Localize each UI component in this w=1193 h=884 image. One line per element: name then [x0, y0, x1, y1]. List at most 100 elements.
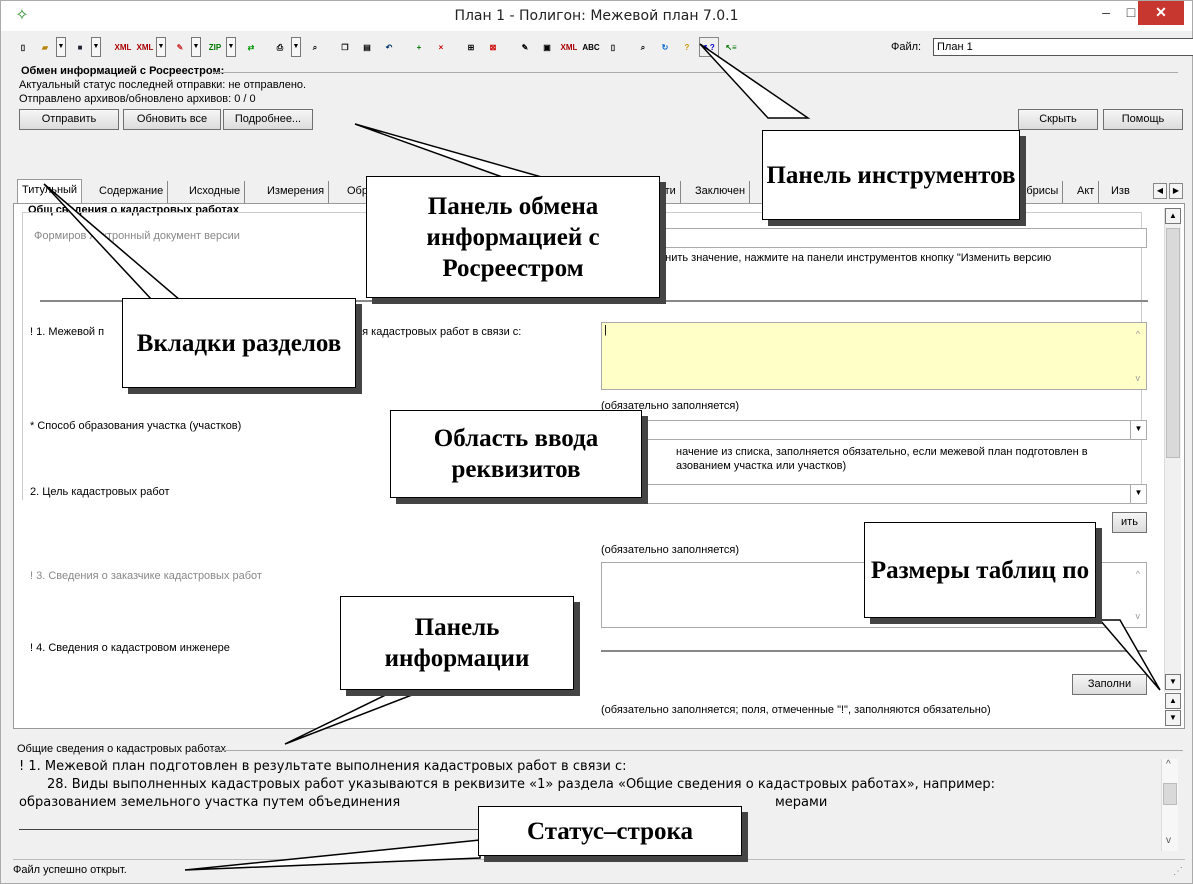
- open-dropdown-icon[interactable]: ▼: [56, 37, 66, 57]
- info-divider: [205, 750, 1183, 751]
- separator: [601, 650, 1147, 652]
- tab-title[interactable]: Титульный: [17, 179, 83, 203]
- undo-icon[interactable]: ↶: [379, 37, 399, 57]
- callout-status-bar: Статус–строка: [478, 806, 742, 856]
- tab-contents[interactable]: Содержание: [95, 181, 169, 203]
- exchange-archives-text: Отправлено архивов/обновлено архивов: 0 …: [19, 93, 256, 105]
- tab-conclusion[interactable]: Заключен: [691, 181, 751, 203]
- version-hint-1: енить значение, нажмите на панели инстру…: [659, 252, 1052, 264]
- survey-reason-field[interactable]: | ^ v: [601, 322, 1147, 390]
- fill-button[interactable]: Заполни: [1072, 674, 1147, 695]
- edit-pencil-icon[interactable]: ✎: [515, 37, 535, 57]
- method-label: * Способ образования участка (участков): [30, 420, 242, 432]
- exchange-divider: [213, 72, 1178, 73]
- field-scroll-down-icon[interactable]: v: [1136, 373, 1141, 383]
- callout-section-tabs: Вкладки разделов: [122, 298, 356, 388]
- delete-row-icon[interactable]: ×: [431, 37, 451, 57]
- sign-icon[interactable]: ✎: [170, 37, 190, 57]
- info-scrollbar[interactable]: ^ v: [1161, 759, 1178, 851]
- file-label: Файл:: [891, 41, 922, 53]
- print-preview-icon[interactable]: ⌕: [305, 37, 325, 57]
- scroll-up-icon[interactable]: ▲: [1165, 208, 1181, 224]
- tabs-scroll-left-icon[interactable]: ◀: [1153, 183, 1167, 199]
- info-scroll-up-icon[interactable]: ^: [1166, 759, 1171, 770]
- help-icon[interactable]: ?: [677, 37, 697, 57]
- send-button[interactable]: Отправить: [19, 109, 119, 130]
- file-name-field[interactable]: План 1: [933, 38, 1193, 56]
- zip-icon[interactable]: ZIP: [205, 37, 225, 57]
- resize-up-icon[interactable]: ▲: [1165, 693, 1181, 709]
- paste-icon[interactable]: ▤: [357, 37, 377, 57]
- details-button[interactable]: Подробнее...: [223, 109, 313, 130]
- scroll-down-icon[interactable]: ▼: [1165, 674, 1181, 690]
- info-line-3b: мерами: [775, 795, 828, 810]
- xml-import-icon[interactable]: XML: [135, 37, 155, 57]
- context-help-icon[interactable]: ↖?: [699, 37, 719, 57]
- print-dropdown-icon[interactable]: ▼: [291, 37, 301, 57]
- callout-exchange-panel: Панель обмена информацией с Росреестром: [366, 176, 660, 298]
- version-field[interactable]: [599, 228, 1147, 248]
- tab-source[interactable]: Исходные: [185, 181, 246, 203]
- engineer-note: (обязательно заполняется; поля, отмеченн…: [601, 704, 991, 716]
- tabs-scroll-right-icon[interactable]: ▶: [1169, 183, 1183, 199]
- row1-label-start: ! 1. Межевой п: [30, 326, 105, 338]
- xml-export-icon[interactable]: XML: [113, 37, 133, 57]
- info-scroll-thumb[interactable]: [1163, 783, 1177, 805]
- field-scroll-down-icon[interactable]: v: [1136, 611, 1141, 621]
- chevron-down-icon[interactable]: ▼: [1130, 421, 1146, 439]
- scroll-thumb[interactable]: [1166, 228, 1180, 458]
- resize-down-icon[interactable]: ▼: [1165, 710, 1181, 726]
- hide-button[interactable]: Скрыть: [1018, 109, 1098, 130]
- status-bar: Файл успешно открыт. ⋰: [13, 859, 1185, 879]
- open-folder-icon[interactable]: ▰: [35, 37, 55, 57]
- sign-dropdown-icon[interactable]: ▼: [191, 37, 201, 57]
- new-page-icon[interactable]: ▯: [603, 37, 623, 57]
- field-scroll-up-icon[interactable]: ^: [1136, 329, 1140, 339]
- save-dropdown-icon[interactable]: ▼: [91, 37, 101, 57]
- tab-act[interactable]: Акт: [1073, 181, 1100, 203]
- callout-table-sizes: Размеры таблиц по: [864, 522, 1096, 618]
- info-scroll-down-icon[interactable]: v: [1166, 835, 1171, 846]
- purpose-select[interactable]: ▼: [601, 484, 1147, 504]
- method-hint-2: азованием участка или участков): [676, 460, 847, 472]
- title-bar: ✧ План 1 - Полигон: Межевой план 7.0.1 –…: [1, 1, 1192, 31]
- new-document-icon[interactable]: ▯: [13, 37, 33, 57]
- help-button[interactable]: Помощь: [1103, 109, 1183, 130]
- method-hint-1: начение из списка, заполняется обязатель…: [676, 446, 1088, 458]
- text-cursor: |: [604, 324, 607, 336]
- info-line-1: ! 1. Межевой план подготовлен в результа…: [19, 759, 627, 774]
- callout-input-area: Область ввода реквизитов: [390, 410, 642, 498]
- sync-arrows-icon[interactable]: ⇄: [241, 37, 261, 57]
- method-select[interactable]: ▼: [601, 420, 1147, 440]
- xml-version-icon[interactable]: XML: [559, 37, 579, 57]
- pointer-list-icon[interactable]: ↖≡: [721, 37, 741, 57]
- delete-node-icon[interactable]: ⊠: [483, 37, 503, 57]
- engineer-label: ! 4. Сведения о кадастровом инженере: [30, 642, 230, 654]
- refresh-icon[interactable]: ↻: [655, 37, 675, 57]
- tab-sketches[interactable]: Абрисы: [1015, 181, 1064, 203]
- tab-measurements[interactable]: Измерения: [263, 181, 330, 203]
- exchange-title: Обмен информацией с Росреестром:: [21, 65, 225, 77]
- document-check-icon[interactable]: ▣: [537, 37, 557, 57]
- spellcheck-icon[interactable]: ABC: [581, 37, 601, 57]
- tab-notice[interactable]: Изв: [1107, 181, 1134, 203]
- chevron-down-icon[interactable]: ▼: [1130, 485, 1146, 503]
- resize-grip-icon[interactable]: ⋰: [1173, 866, 1183, 877]
- form-scrollbar[interactable]: ▲ ▼: [1164, 208, 1181, 692]
- info-title: Общие сведения о кадастровых работах: [17, 743, 226, 755]
- callout-info-panel: Панель информации: [340, 596, 574, 690]
- add-node-icon[interactable]: ⊞: [461, 37, 481, 57]
- purpose-edit-button[interactable]: ить: [1112, 512, 1147, 533]
- refresh-all-button[interactable]: Обновить все: [123, 109, 221, 130]
- customer-label: ! 3. Сведения о заказчике кадастровых ра…: [30, 570, 262, 582]
- add-row-icon[interactable]: +: [409, 37, 429, 57]
- field-scroll-up-icon[interactable]: ^: [1136, 569, 1140, 579]
- copy-icon[interactable]: ❐: [335, 37, 355, 57]
- search-icon[interactable]: ⌕: [633, 37, 653, 57]
- close-button[interactable]: ✕: [1138, 1, 1184, 25]
- save-icon[interactable]: ■: [70, 37, 90, 57]
- print-icon[interactable]: ⎙: [270, 37, 290, 57]
- row1-label-end: ия кадастровых работ в связи с:: [356, 326, 522, 338]
- xml-dropdown-icon[interactable]: ▼: [156, 37, 166, 57]
- zip-dropdown-icon[interactable]: ▼: [226, 37, 236, 57]
